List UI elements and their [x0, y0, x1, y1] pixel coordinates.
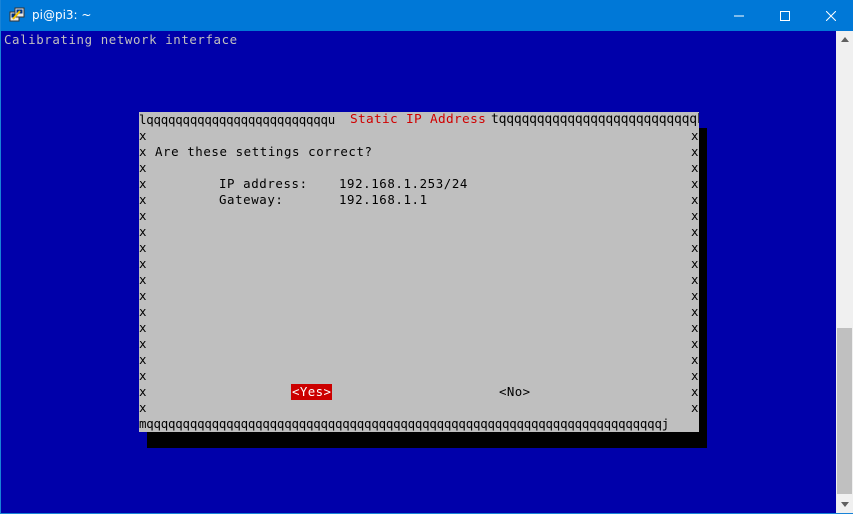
close-icon — [826, 10, 836, 21]
minimize-button[interactable] — [716, 0, 762, 31]
vertical-scrollbar[interactable] — [836, 31, 853, 513]
dialog-bottom-border: mqqqqqqqqqqqqqqqqqqqqqqqqqqqqqqqqqqqqqqq… — [139, 416, 669, 431]
yes-button[interactable]: <Yes> — [291, 384, 333, 400]
terminal-area[interactable]: Calibrating network interface lqqqqqqqqq… — [2, 31, 836, 513]
border-top-right: tqqqqqqqqqqqqqqqqqqqqqqqqqqk — [491, 112, 699, 127]
status-line: Calibrating network interface — [4, 32, 238, 47]
dialog-title: Static IP Address — [347, 112, 490, 128]
maximize-button[interactable] — [762, 0, 808, 31]
scroll-down-button[interactable] — [836, 496, 853, 513]
gateway-value: 192.168.1.1 — [339, 192, 428, 207]
dialog-question: Are these settings correct? — [155, 144, 373, 159]
gateway-label: Gateway: — [219, 192, 284, 207]
no-button[interactable]: <No> — [499, 384, 530, 400]
scroll-up-button[interactable] — [836, 31, 853, 48]
maximize-icon — [780, 10, 790, 21]
dialog-box: lqqqqqqqqqqqqqqqqqqqqqqqqqu Static IP Ad… — [139, 112, 699, 432]
terminal-window: pi@pi3: ~ Calibrating network interface … — [0, 0, 853, 514]
ip-address-value: 192.168.1.253/24 — [339, 176, 468, 191]
minimize-icon — [734, 15, 744, 16]
scroll-thumb[interactable] — [837, 328, 852, 494]
ip-address-label: IP address: — [219, 176, 308, 191]
chevron-down-icon — [840, 502, 849, 507]
dialog-top-border: lqqqqqqqqqqqqqqqqqqqqqqqqqu Static IP Ad… — [139, 112, 699, 128]
title-bar[interactable]: pi@pi3: ~ — [1, 0, 853, 31]
dialog-left-border: x x x x x x x x x x x x x x x x x x — [139, 128, 147, 415]
putty-icon[interactable] — [9, 7, 25, 23]
close-button[interactable] — [808, 0, 853, 31]
window-title: pi@pi3: ~ — [32, 8, 92, 22]
border-top-left: lqqqqqqqqqqqqqqqqqqqqqqqqqu — [139, 112, 336, 128]
dialog-right-border: x x x x x x x x x x x x x x x x x x — [691, 128, 699, 415]
chevron-up-icon — [840, 37, 849, 42]
